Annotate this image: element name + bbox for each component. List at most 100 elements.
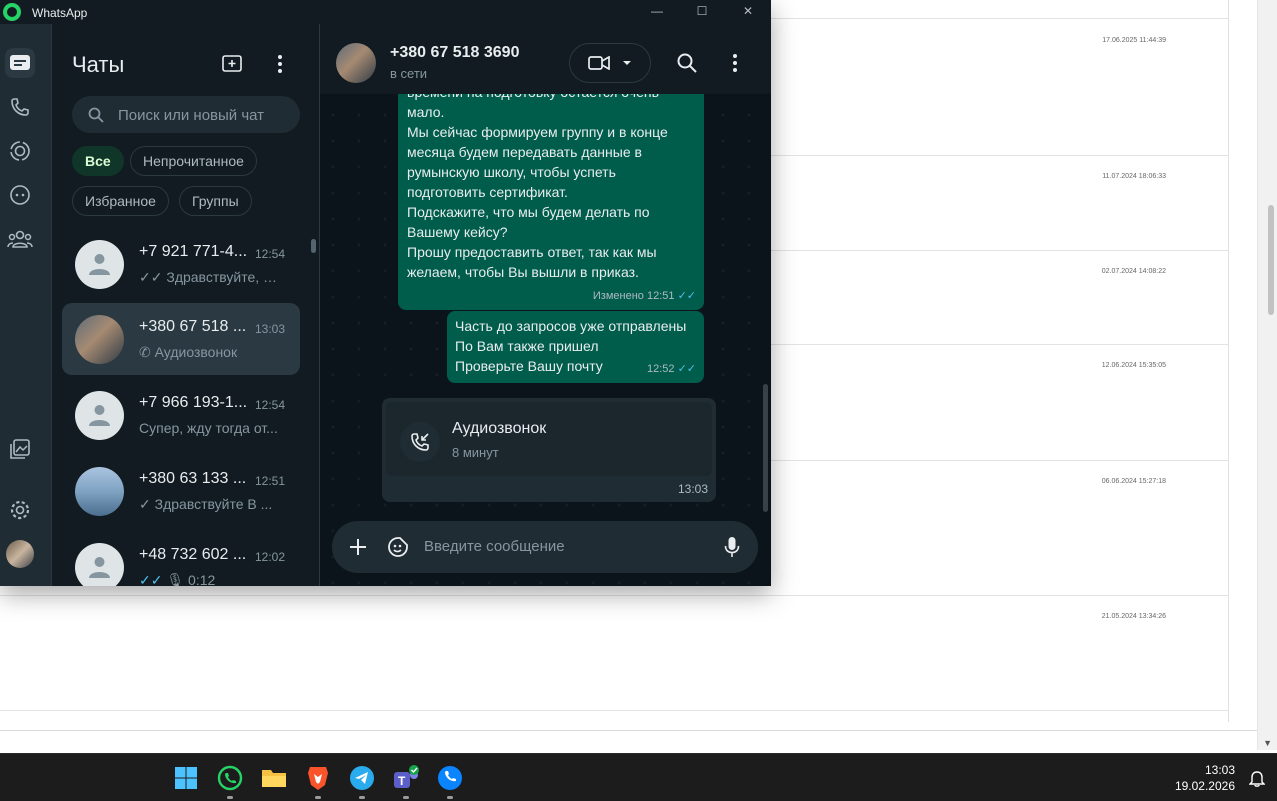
call-title: Аудиозвонок xyxy=(452,420,547,437)
call-card[interactable]: Аудиозвонок 8 минут xyxy=(386,402,712,476)
chatlist-scrollbar[interactable] xyxy=(311,229,316,584)
header-backdrop xyxy=(320,24,771,94)
conversation-scrollbar[interactable] xyxy=(763,384,768,512)
chat-name: +7 966 193-1... xyxy=(139,394,248,411)
call-log-message[interactable]: Аудиозвонок 8 минут 13:03 xyxy=(382,398,716,502)
taskbar: T 13:03 19.02.2026 xyxy=(0,753,1277,801)
sticker-button[interactable] xyxy=(386,535,410,559)
chat-list-item-selected[interactable]: +380 67 518 ... 13:03 ✆ Аудиозвонок xyxy=(62,303,300,375)
default-avatar-icon xyxy=(75,391,124,440)
taskbar-teams[interactable]: T xyxy=(390,762,422,799)
filter-favorites[interactable]: Избранное xyxy=(72,186,169,216)
nav-rail xyxy=(0,24,52,586)
incoming-call-icon xyxy=(400,422,440,462)
read-receipt-icon: ✓✓ xyxy=(677,290,696,302)
more-vertical-icon xyxy=(733,54,737,72)
contact-name[interactable]: +380 67 518 3690 xyxy=(390,44,519,62)
notifications-button[interactable] xyxy=(1248,769,1266,792)
system-clock[interactable]: 13:03 19.02.2026 xyxy=(1175,762,1235,794)
running-indicator xyxy=(227,796,233,799)
telegram-icon xyxy=(350,766,374,790)
running-indicator xyxy=(315,796,321,799)
calls-nav-button[interactable] xyxy=(5,92,35,122)
bg-row-date: 21.05.2024 13:34:26 xyxy=(1101,613,1166,620)
scroll-down-arrow-icon[interactable]: ▼ xyxy=(1263,738,1272,748)
chat-list-item[interactable]: +7 966 193-1... 12:54 Супер, жду тогда о… xyxy=(62,379,300,451)
chat-preview: ✓✓ 🎙 0:12 xyxy=(139,572,216,586)
search-input[interactable]: Поиск или новый чат xyxy=(72,96,300,133)
communities-nav-button[interactable] xyxy=(5,224,35,254)
filter-all[interactable]: Все xyxy=(72,146,124,176)
message-composer: Введите сообщение xyxy=(332,521,758,573)
filter-unread[interactable]: Непрочитанное xyxy=(130,146,257,176)
chatlist-menu-button[interactable] xyxy=(268,52,292,76)
video-camera-icon xyxy=(588,56,610,70)
chevron-down-icon xyxy=(623,61,631,65)
new-chat-button[interactable] xyxy=(220,52,244,76)
media-nav-button[interactable] xyxy=(5,434,35,464)
folder-icon xyxy=(262,770,286,787)
chat-list-item[interactable]: +48 732 602 ... 12:02 ✓✓ 🎙 0:12 xyxy=(62,531,300,586)
taskbar-brave[interactable] xyxy=(302,762,334,799)
bg-row[interactable]: 21.05.2024 13:34:26 xyxy=(0,596,1228,711)
chat-time: 13:03 xyxy=(254,322,285,336)
search-messages-button[interactable] xyxy=(675,51,699,75)
chat-preview: ✓✓ Здравствуйте, О... xyxy=(139,269,284,285)
bg-scrollbar-thumb[interactable] xyxy=(1268,205,1274,315)
chatlist-scrollbar-thumb[interactable] xyxy=(311,239,316,253)
start-button[interactable] xyxy=(170,762,202,794)
outgoing-message[interactable]: Часть до запросов уже отправлены По Вам … xyxy=(447,311,704,383)
plus-icon xyxy=(350,539,366,555)
chat-name: +380 63 133 ... xyxy=(139,470,247,487)
close-button[interactable]: ✕ xyxy=(733,2,763,20)
settings-nav-button[interactable] xyxy=(5,495,35,525)
minimize-button[interactable]: — xyxy=(642,2,672,20)
chats-nav-button[interactable] xyxy=(5,48,35,78)
attach-button[interactable] xyxy=(346,535,370,559)
conversation-menu-button[interactable] xyxy=(723,51,747,75)
filter-groups[interactable]: Группы xyxy=(179,186,252,216)
microphone-icon: 🎙 xyxy=(166,572,189,586)
chat-time: 12:54 xyxy=(254,398,285,412)
taskbar-file-explorer[interactable] xyxy=(258,762,290,794)
default-avatar-icon xyxy=(75,543,124,586)
outgoing-message[interactable]: времени на подготовку остается очень мал… xyxy=(398,70,704,310)
message-meta: Изменено 12:51 ✓✓ xyxy=(592,290,696,302)
status-nav-button[interactable] xyxy=(5,136,35,166)
contact-status: в сети xyxy=(390,66,428,81)
bg-vertical-scrollbar[interactable]: ▼ xyxy=(1257,0,1277,750)
message-input[interactable]: Введите сообщение xyxy=(424,538,565,555)
gear-icon xyxy=(10,500,30,520)
contact-avatar xyxy=(75,315,124,364)
bg-row-date: 06.06.2024 15:27:18 xyxy=(1101,478,1166,485)
profile-nav-button[interactable] xyxy=(5,539,35,569)
chat-list-item[interactable]: +380 63 133 ... 12:51 ✓ Здравствуйте В .… xyxy=(62,455,300,527)
call-time: 13:03 xyxy=(677,482,708,496)
taskbar-phone-link[interactable] xyxy=(434,762,466,799)
title-bar[interactable]: WhatsApp — ☐ ✕ xyxy=(0,0,771,24)
svg-text:T: T xyxy=(398,774,406,788)
media-gallery-icon xyxy=(10,439,30,459)
chat-list-item[interactable]: +7 921 771-4... 12:54 ✓✓ Здравствуйте, О… xyxy=(62,228,300,300)
double-check-icon: ✓✓ xyxy=(139,269,167,285)
notification-bell-icon xyxy=(1248,771,1266,787)
call-dropdown-button[interactable] xyxy=(569,43,651,83)
bg-horizontal-scrollbar[interactable] xyxy=(0,730,1257,748)
contact-avatar[interactable] xyxy=(336,43,376,83)
chat-preview: ✓ Здравствуйте В ... xyxy=(139,496,273,512)
channels-nav-button[interactable] xyxy=(5,180,35,210)
search-icon xyxy=(88,107,104,123)
taskbar-telegram[interactable] xyxy=(346,762,378,799)
taskbar-whatsapp[interactable] xyxy=(214,762,246,799)
profile-avatar xyxy=(6,540,34,568)
phone-icon xyxy=(11,98,29,116)
maximize-button[interactable]: ☐ xyxy=(687,2,717,20)
message-meta: 12:52 ✓✓ xyxy=(646,363,696,375)
whatsapp-icon xyxy=(217,765,243,791)
microphone-icon xyxy=(724,537,740,557)
new-chat-icon xyxy=(222,55,242,72)
chat-list-panel: Чаты Поиск или новый чат Все Непрочитанн… xyxy=(52,24,320,586)
chat-time: 12:51 xyxy=(254,474,285,488)
chat-preview: Супер, жду тогда от... xyxy=(139,420,278,436)
voice-message-button[interactable] xyxy=(720,535,744,559)
